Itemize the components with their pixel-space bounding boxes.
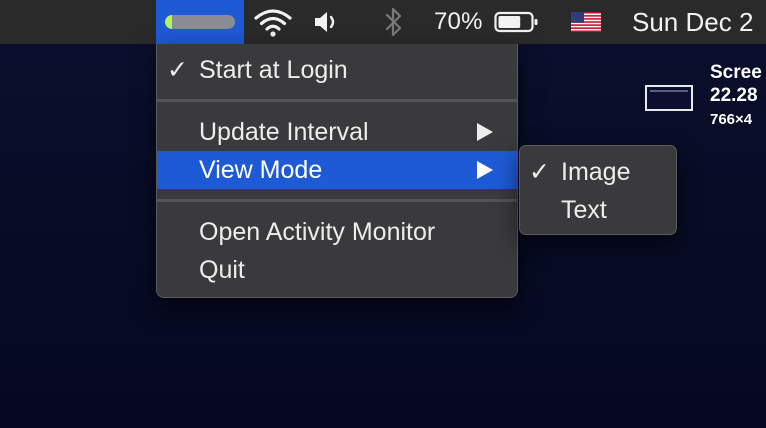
menu-item-update-interval[interactable]: Update Interval <box>157 113 517 151</box>
submenu-item-label: Text <box>561 195 607 224</box>
menu-bar: 70% Sun Dec 2 <box>0 0 766 44</box>
usage-meter-fill <box>165 15 172 29</box>
menu-item-label: Open Activity Monitor <box>199 217 436 246</box>
menu-item-label: Quit <box>199 255 245 284</box>
menu-item-label: Start at Login <box>199 55 348 84</box>
app-status-item[interactable] <box>156 0 244 44</box>
menu-item-view-mode[interactable]: View Mode <box>157 151 517 189</box>
submenu-arrow-icon <box>477 161 493 179</box>
usage-meter-icon <box>165 15 235 29</box>
file-name-line: Scree <box>710 62 762 83</box>
submenu-item-image[interactable]: ✓ Image <box>520 153 676 191</box>
clock[interactable]: Sun Dec 2 <box>632 0 753 44</box>
us-flag-icon[interactable] <box>570 0 602 44</box>
screenshot-file-icon[interactable] <box>645 85 693 111</box>
view-mode-submenu: ✓ Image Text <box>519 145 677 235</box>
menu-separator <box>157 99 517 102</box>
menu-item-label: Update Interval <box>199 117 369 146</box>
file-dimensions: 766×4 <box>710 110 753 128</box>
app-dropdown-menu: ✓ Start at Login Update Interval View Mo… <box>156 44 518 298</box>
submenu-arrow-icon <box>477 123 493 141</box>
volume-icon[interactable] <box>312 0 342 44</box>
menu-item-label: View Mode <box>199 155 323 184</box>
submenu-item-label: Image <box>561 157 631 186</box>
checkmark-icon: ✓ <box>529 158 550 186</box>
screenshot-file-label[interactable]: Scree 22.28 766×4 <box>710 62 766 128</box>
submenu-item-text[interactable]: Text <box>520 191 676 229</box>
menu-item-quit[interactable]: Quit <box>157 251 517 289</box>
checkmark-icon: ✓ <box>167 56 188 84</box>
menu-separator <box>157 199 517 202</box>
menu-item-open-activity-monitor[interactable]: Open Activity Monitor <box>157 213 517 251</box>
file-name-line: 22.28 <box>710 84 758 106</box>
battery-percentage[interactable]: 70% <box>434 0 483 44</box>
menu-item-start-at-login[interactable]: ✓ Start at Login <box>157 51 517 89</box>
wifi-icon[interactable] <box>252 0 294 44</box>
battery-icon[interactable] <box>494 0 542 44</box>
bluetooth-icon[interactable] <box>382 0 406 44</box>
